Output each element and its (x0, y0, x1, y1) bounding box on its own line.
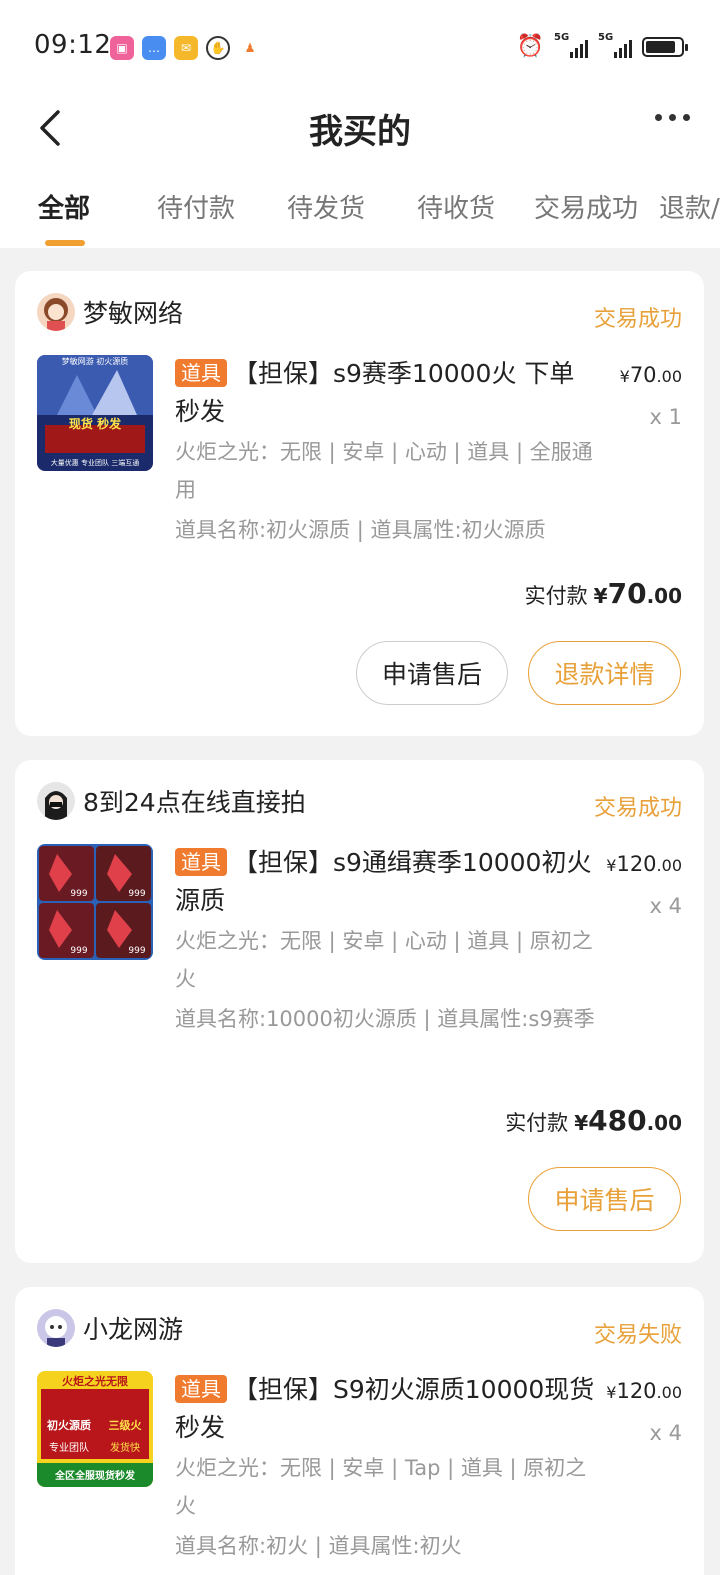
signal-icon: 5G (554, 32, 588, 58)
page-title: 我买的 (309, 112, 411, 152)
product-thumbnail[interactable]: 999 999 999 999 (37, 844, 153, 960)
product-properties: 道具名称:初火源质 | 道具属性:初火源质 (175, 518, 546, 542)
unit-price: ¥120.00 (606, 852, 682, 876)
seller-name: 梦敏网络 (83, 299, 184, 328)
order-card[interactable]: 小龙网游 交易失败 火炬之光无限 初火源质 三级火 专业团队 发货快 全区全服现… (15, 1287, 704, 1575)
product-info[interactable]: 道具 【担保】S9初火源质10000现货秒发 火炬之光：无限 | 安卓 | Tap… (175, 1371, 595, 1565)
product-properties: 道具名称:初火 | 道具属性:初火 (175, 1534, 462, 1558)
product-info[interactable]: 道具 【担保】s9赛季10000火 下单秒发 火炬之光：无限 | 安卓 | 心动 … (175, 355, 595, 549)
svg-text:大量优惠 专业团队 三端互通: 大量优惠 专业团队 三端互通 (51, 458, 139, 467)
svg-text:现货 秒发: 现货 秒发 (69, 416, 122, 431)
svg-text:999: 999 (70, 946, 87, 956)
svg-text:梦敏网游 初火源质: 梦敏网游 初火源质 (62, 356, 129, 366)
svg-text:三级火: 三级火 (109, 1418, 143, 1432)
svg-text:专业团队: 专业团队 (49, 1441, 89, 1454)
product-title-text: 【担保】s9通缉赛季10000初火源质 (175, 848, 592, 915)
network-type-1: 5G (554, 31, 570, 43)
status-bar: 09:12 ▣ … ✉ ✋ ♟ ⏰ 5G 5G (0, 0, 720, 96)
product-title: 道具 【担保】S9初火源质10000现货秒发 (175, 1371, 595, 1447)
product-title-text: 【担保】S9初火源质10000现货秒发 (175, 1375, 595, 1442)
item-tag: 道具 (175, 359, 227, 387)
seller-avatar (37, 293, 75, 331)
paid-label: 实付款 (524, 584, 588, 608)
notification-icons: ▣ … ✉ ✋ ♟ (110, 36, 262, 60)
more-dots-icon[interactable] (655, 114, 690, 121)
product-title-text: 【担保】s9赛季10000火 下单秒发 (175, 359, 575, 426)
svg-text:发货快: 发货快 (110, 1441, 140, 1454)
product-attributes: 火炬之光：无限 | 安卓 | Tap | 道具 | 原初之火 (175, 1456, 587, 1518)
seller-row[interactable]: 8到24点在线直接拍 (37, 782, 306, 820)
network-type-2: 5G (598, 31, 614, 43)
nav-bar: 我买的 (0, 96, 720, 158)
svg-text:999: 999 (128, 946, 145, 956)
quantity: x 1 (649, 405, 682, 429)
hand-icon: ✋ (206, 36, 230, 60)
seller-row[interactable]: 小龙网游 (37, 1309, 183, 1347)
seller-avatar (37, 782, 75, 820)
product-title: 道具 【担保】s9通缉赛季10000初火源质 (175, 844, 595, 920)
after-sales-button[interactable]: 申请售后 (356, 641, 508, 705)
unit-price: ¥120.00 (606, 1379, 682, 1403)
product-thumbnail[interactable]: 火炬之光无限 初火源质 三级火 专业团队 发货快 全区全服现货秒发 (37, 1371, 153, 1487)
paid-amount: 实付款 ¥480.00 (505, 1104, 682, 1137)
order-card[interactable]: 8到24点在线直接拍 交易成功 999 999 999 999 道具 【担保】s9… (15, 760, 704, 1263)
seller-avatar (37, 1309, 75, 1347)
order-status: 交易成功 (593, 796, 682, 821)
product-info[interactable]: 道具 【担保】s9通缉赛季10000初火源质 火炬之光：无限 | 安卓 | 心动 … (175, 844, 595, 1038)
after-sales-button[interactable]: 申请售后 (528, 1167, 681, 1231)
bilibili-icon: ▣ (110, 36, 134, 60)
tab-pending-receipt[interactable]: 待收货 (417, 188, 495, 225)
seller-name: 小龙网游 (83, 1315, 184, 1344)
message-icon: … (142, 36, 166, 60)
svg-text:火炬之光无限: 火炬之光无限 (62, 1374, 128, 1388)
product-title: 道具 【担保】s9赛季10000火 下单秒发 (175, 355, 595, 431)
app-icon: ♟ (238, 36, 262, 60)
battery-icon (642, 36, 688, 57)
tab-refund[interactable]: 退款/ (659, 188, 720, 225)
svg-text:999: 999 (70, 889, 87, 899)
product-attributes: 火炬之光：无限 | 安卓 | 心动 | 道具 | 原初之火 (175, 929, 593, 991)
signal-icon-2: 5G (598, 32, 632, 58)
paid-amount: 实付款 ¥70.00 (525, 577, 682, 610)
tab-pending-payment[interactable]: 待付款 (157, 188, 235, 225)
svg-text:999: 999 (128, 889, 145, 899)
seller-name: 8到24点在线直接拍 (83, 788, 306, 817)
svg-text:初火源质: 初火源质 (47, 1418, 91, 1432)
unit-price: ¥70.00 (619, 363, 682, 387)
alarm-icon: ⏰ (516, 34, 544, 59)
refund-details-button[interactable]: 退款详情 (528, 641, 681, 705)
tab-all[interactable]: 全部 (38, 188, 90, 225)
item-tag: 道具 (175, 848, 227, 876)
paid-value: ¥70.00 (593, 577, 682, 610)
tab-completed[interactable]: 交易成功 (534, 188, 638, 225)
svg-text:全区全服现货秒发: 全区全服现货秒发 (54, 1469, 136, 1482)
order-status: 交易失败 (593, 1323, 682, 1348)
tab-indicator (45, 240, 85, 246)
quantity: x 4 (649, 894, 682, 918)
item-tag: 道具 (175, 1375, 227, 1403)
order-status: 交易成功 (593, 307, 682, 332)
status-time: 09:12 (34, 30, 112, 60)
product-thumbnail[interactable]: 梦敏网游 初火源质 现货 秒发 大量优惠 专业团队 三端互通 (37, 355, 153, 471)
quantity: x 4 (649, 1421, 682, 1445)
order-card[interactable]: 梦敏网络 交易成功 梦敏网游 初火源质 现货 秒发 大量优惠 专业团队 三端互通… (15, 271, 704, 736)
product-properties: 道具名称:10000初火源质 | 道具属性:s9赛季 (175, 1007, 595, 1031)
paid-value: ¥480.00 (574, 1104, 682, 1137)
system-icons: ⏰ 5G 5G (516, 32, 688, 59)
product-attributes: 火炬之光：无限 | 安卓 | 心动 | 道具 | 全服通用 (175, 440, 593, 502)
seller-row[interactable]: 梦敏网络 (37, 293, 183, 331)
tab-pending-shipment[interactable]: 待发货 (287, 188, 365, 225)
paid-label: 实付款 (505, 1111, 569, 1135)
mail-icon: ✉ (174, 36, 198, 60)
order-tabs: 全部 待付款 待发货 待收货 交易成功 退款/ (0, 158, 720, 248)
